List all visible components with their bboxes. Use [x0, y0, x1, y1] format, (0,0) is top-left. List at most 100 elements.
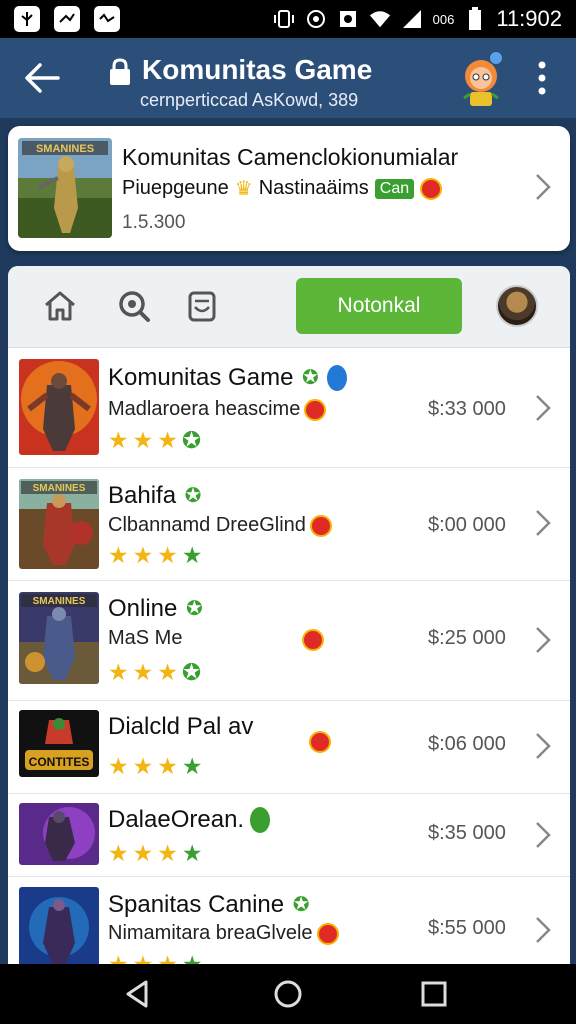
featured-subtitle: Piuepgeune — [122, 177, 229, 199]
red-badge-icon — [309, 514, 332, 537]
star-icon: ★ — [181, 542, 203, 568]
home-icon[interactable] — [42, 288, 78, 324]
star-outline-icon: ✪ — [181, 427, 202, 453]
rating-stars: ★ ★ ★ ✪ — [108, 661, 201, 684]
game-price: $:25 000 — [428, 627, 506, 649]
red-badge-icon — [316, 922, 339, 945]
game-desc-row: MaS Me — [108, 627, 182, 650]
game-list-item[interactable]: Spanitas Canine ✪ Nimamitara breaGlvele … — [8, 877, 570, 966]
red-badge-icon — [304, 398, 327, 421]
game-list-item[interactable]: DalaeOrean. $:35 000 ★ ★ ★ ★ — [8, 794, 570, 877]
chevron-right-icon — [536, 395, 551, 421]
featured-badge: Can — [374, 178, 415, 199]
game-name-row: Komunitas Game ✪ — [108, 364, 348, 392]
lock-icon — [110, 58, 130, 85]
featured-community-card[interactable]: SMANINES Komunitas Camenclokionumialar P… — [8, 126, 570, 251]
featured-game-thumbnail: SMANINES — [18, 138, 112, 238]
battery-icon — [464, 7, 486, 30]
star-icon: ★ — [157, 840, 178, 866]
star-icon: ★ — [132, 542, 154, 568]
bag-icon[interactable] — [184, 288, 220, 324]
game-name: Spanitas Canine — [108, 891, 285, 918]
app-bar: Komunitas Game cernperticcad AsKowd, 389 — [0, 38, 576, 118]
status-bar: 006 11:902 — [0, 0, 576, 38]
star-icon: ★ — [132, 840, 154, 866]
game-desc: Madlaroera heascime — [108, 398, 301, 420]
red-badge-icon — [420, 177, 443, 200]
game-thumbnail — [19, 803, 99, 865]
featured-member-count: 1.5.300 — [122, 212, 186, 233]
cell-signal-icon — [401, 8, 423, 30]
featured-subtitle-row: Piuepgeune ♛ Nastinaäims Can — [122, 176, 443, 201]
game-name: Komunitas Game — [108, 364, 294, 391]
star-icon: ★ — [157, 659, 178, 685]
game-list-item[interactable]: SMANINES Bahifa ✪ Clbannamd DreeGlind $:… — [8, 468, 570, 581]
game-list-panel: Notonkal Komunitas Game ✪ Madlaroera hea… — [8, 266, 570, 966]
star-icon: ★ — [157, 542, 178, 568]
verified-star-icon: ✪ — [184, 485, 202, 507]
verified-star-icon: ✪ — [292, 894, 310, 916]
game-desc: Nimamitara breaGlvele — [108, 922, 313, 944]
game-thumb-label: CONTITES — [29, 755, 90, 769]
star-icon: ★ — [108, 542, 129, 568]
clock: 11:902 — [496, 6, 562, 31]
game-desc: MaS Me — [108, 627, 183, 649]
green-badge-icon — [250, 807, 271, 833]
game-desc: Clbannamd DreeGlind — [108, 514, 306, 536]
star-icon: ★ — [108, 659, 129, 685]
game-thumbnail: SMANINES — [19, 479, 99, 569]
star-icon: ★ — [108, 427, 129, 453]
blue-badge-icon — [327, 365, 348, 391]
game-thumb-label: SMANINES — [33, 596, 86, 607]
nav-home-icon[interactable] — [272, 978, 304, 1010]
game-price: $:33 000 — [428, 398, 506, 420]
tab-active-button[interactable]: Notonkal — [296, 278, 462, 334]
game-price: $:55 000 — [428, 917, 506, 939]
featured-subtitle-2: Nastinaäims — [258, 177, 369, 199]
star-icon: ★ — [157, 753, 178, 779]
star-icon: ★ — [108, 753, 129, 779]
red-badge-icon — [302, 629, 324, 651]
chevron-right-icon — [536, 822, 551, 848]
chevron-right-icon — [536, 627, 551, 653]
chevron-right-icon — [536, 733, 551, 759]
game-name: Bahifa — [108, 482, 177, 509]
game-price: $:35 000 — [428, 822, 506, 844]
verified-star-icon: ✪ — [185, 598, 203, 620]
game-name: DalaeOrean. — [108, 806, 245, 833]
red-badge-icon — [309, 731, 331, 753]
user-avatar[interactable] — [496, 285, 538, 327]
chat-search-icon[interactable] — [116, 288, 152, 324]
game-thumb-label: SMANINES — [33, 483, 86, 494]
featured-title: Komunitas Camenclokionumialar — [122, 144, 459, 170]
game-thumbnail — [19, 887, 99, 966]
signal-app-icon — [94, 6, 120, 32]
game-name-row: Spanitas Canine ✪ — [108, 891, 312, 919]
game-list-item[interactable]: Komunitas Game ✪ Madlaroera heascime $:3… — [8, 348, 570, 468]
rating-stars: ★ ★ ★ ✪ — [108, 429, 201, 452]
star-outline-icon: ✪ — [181, 659, 202, 685]
sync-icon — [305, 8, 327, 30]
game-name-row: Bahifa ✪ — [108, 482, 204, 510]
game-thumbnail — [19, 359, 99, 455]
nav-recents-icon[interactable] — [418, 978, 450, 1010]
featured-thumb-label: SMANINES — [36, 143, 94, 155]
page-title: Komunitas Game — [142, 54, 373, 85]
game-list-item[interactable]: CONTITES Dialcld Pal av $:06 000 ★ ★ ★ ★ — [8, 701, 570, 794]
more-options-icon[interactable] — [532, 60, 552, 96]
star-icon: ★ — [132, 659, 154, 685]
back-arrow-icon[interactable] — [22, 58, 62, 98]
game-name-row: Dialcld Pal av — [108, 713, 253, 741]
vibrate-icon — [273, 8, 295, 30]
game-price: $:06 000 — [428, 733, 506, 755]
game-desc-row: Madlaroera heascime — [108, 398, 327, 421]
game-thumbnail: SMANINES — [19, 592, 99, 684]
page-subtitle: cernperticcad AsKowd, 389 — [140, 90, 359, 110]
rating-stars: ★ ★ ★ ★ — [108, 842, 203, 865]
mascot-avatar-icon[interactable] — [456, 50, 506, 108]
verified-star-icon: ✪ — [302, 367, 319, 389]
nav-back-icon[interactable] — [122, 978, 154, 1010]
game-list-item[interactable]: SMANINES Online ✪ MaS Me $:25 000 ★ ★ ★ … — [8, 581, 570, 701]
star-icon: ★ — [108, 840, 129, 866]
game-desc-row: Nimamitara breaGlvele — [108, 922, 339, 945]
